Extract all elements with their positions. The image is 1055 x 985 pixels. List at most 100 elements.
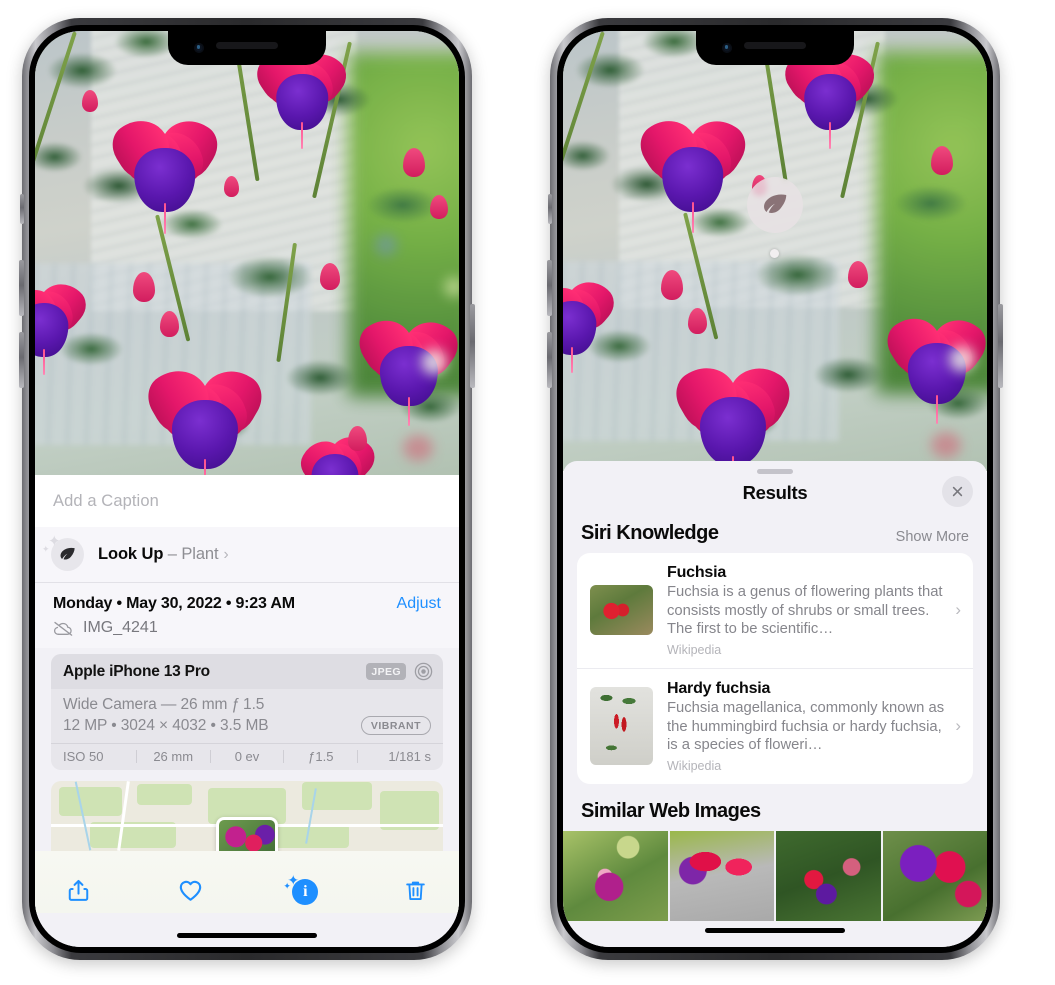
flower-bud	[430, 195, 449, 220]
volume-down-button[interactable]	[19, 332, 24, 388]
chevron-right-icon: ›	[223, 546, 229, 563]
visual-look-up-anchor-dot	[770, 249, 779, 258]
result-thumbnail	[590, 585, 653, 636]
info-sparkle-icon[interactable]: ✦ ✦ i	[283, 873, 320, 907]
photo-metadata: Monday • May 30, 2022 • 9:23 AM Adjust I…	[35, 583, 459, 648]
volume-down-button[interactable]	[547, 332, 552, 388]
bokeh-highlight	[949, 346, 975, 373]
photo-date: Monday • May 30, 2022 • 9:23 AM	[53, 595, 295, 612]
exif-stat-focal: 26 mm	[153, 749, 194, 764]
similar-image-thumb[interactable]	[882, 830, 987, 921]
raw-circle-icon	[414, 662, 433, 681]
bokeh-highlight	[421, 348, 447, 375]
home-indicator[interactable]	[177, 933, 317, 938]
map-parcel	[137, 783, 193, 805]
photo-viewer[interactable]	[35, 31, 459, 475]
fuchsia-bloom	[667, 346, 799, 471]
look-up-row[interactable]: ✦ ✦ Look Up – Plant ›	[35, 527, 459, 583]
lens-info: Wide Camera — 26 mm ƒ 1.5	[63, 696, 265, 713]
result-description: Fuchsia magellanica, commonly known as t…	[667, 699, 945, 754]
list-item[interactable]: Fuchsia Fuchsia is a genus of flowering …	[577, 553, 973, 668]
list-item[interactable]: Hardy fuchsia Fuchsia magellanica, commo…	[577, 667, 973, 784]
photo-content	[35, 31, 459, 475]
front-camera	[722, 43, 732, 53]
format-badge: JPEG	[366, 663, 406, 680]
bokeh-highlight	[443, 276, 459, 297]
flower-bud	[402, 147, 425, 177]
show-more-button[interactable]: Show More	[896, 529, 969, 545]
flower-bud	[930, 146, 953, 176]
similar-image-thumb[interactable]	[669, 830, 774, 921]
sheet-header: Results	[563, 474, 987, 516]
result-source: Wikipedia	[667, 758, 722, 773]
exif-stat-shutter: 1/181 s	[388, 749, 431, 764]
left-phone-screen: Add a Caption ✦ ✦ Look Up – Plant › Mond…	[35, 31, 459, 947]
adjust-button[interactable]: Adjust	[397, 595, 441, 613]
siri-knowledge-header: Siri Knowledge Show More	[563, 516, 987, 553]
fuchsia-bloom	[35, 263, 94, 375]
flower-bud	[82, 89, 99, 112]
notch	[168, 31, 326, 65]
look-up-label: Look Up – Plant ›	[98, 545, 229, 564]
flower-bud	[687, 308, 707, 335]
exif-header-badges: JPEG	[366, 662, 433, 681]
result-description: Fuchsia is a genus of flowering plants t…	[667, 584, 943, 638]
map-pin-thumbnail	[219, 820, 275, 851]
flower-bud	[660, 270, 683, 300]
look-up-title: Look Up	[98, 545, 164, 563]
trash-icon[interactable]	[399, 873, 433, 907]
chevron-right-icon: ›	[955, 716, 961, 736]
volume-up-button[interactable]	[19, 260, 24, 316]
flower-bud	[347, 425, 367, 451]
heart-icon[interactable]	[174, 873, 208, 907]
fuchsia-bloom	[563, 261, 622, 373]
bokeh-highlight	[375, 233, 398, 256]
exif-stat-iso: ISO 50	[63, 749, 104, 764]
sparkle-icon: ✦	[283, 881, 291, 891]
close-icon[interactable]	[942, 476, 973, 507]
notch	[696, 31, 854, 65]
flower-bud	[132, 272, 155, 303]
power-button[interactable]	[998, 304, 1003, 388]
left-phone-bezel: Add a Caption ✦ ✦ Look Up – Plant › Mond…	[29, 25, 465, 953]
size-info-row: 12 MP • 3024 × 4032 • 3.5 MB VIBRANT	[63, 716, 431, 735]
result-source: Wikipedia	[667, 642, 722, 657]
result-text: Fuchsia Fuchsia is a genus of flowering …	[667, 564, 949, 657]
map-photo-pin[interactable]	[216, 817, 278, 851]
location-map[interactable]	[51, 781, 443, 851]
section-title: Siri Knowledge	[581, 522, 719, 544]
earpiece-speaker	[744, 42, 806, 49]
photo-info-panel: Add a Caption ✦ ✦ Look Up – Plant › Mond…	[35, 475, 459, 947]
front-camera	[194, 43, 204, 53]
cloud-slash-icon	[53, 621, 73, 636]
exif-card: Apple iPhone 13 Pro JPEG Wide Camera — 2…	[51, 654, 443, 770]
exif-stats: ISO 50 26 mm 0 ev ƒ1.5 1/181 s	[51, 743, 443, 770]
left-phone-frame: Add a Caption ✦ ✦ Look Up – Plant › Mond…	[19, 18, 475, 960]
fuchsia-bloom	[631, 99, 754, 234]
silent-switch[interactable]	[548, 194, 552, 224]
sparkle-icon: ✦	[42, 544, 50, 554]
right-phone-screen: Results Siri Knowledge Show More Fuchsia…	[563, 31, 987, 947]
result-title: Fuchsia	[667, 564, 727, 581]
visual-look-up-badge[interactable]	[747, 177, 803, 233]
power-button[interactable]	[470, 304, 475, 388]
volume-up-button[interactable]	[547, 260, 552, 316]
exif-stat-aperture: ƒ1.5	[308, 749, 334, 764]
chevron-right-icon: ›	[955, 600, 961, 620]
similar-web-images-header: Similar Web Images	[563, 784, 987, 831]
share-icon[interactable]	[61, 873, 95, 907]
exif-header: Apple iPhone 13 Pro JPEG	[51, 654, 443, 689]
similar-image-thumb[interactable]	[776, 830, 881, 921]
photo-toolbar: ✦ ✦ i	[35, 851, 459, 913]
size-info: 12 MP • 3024 × 4032 • 3.5 MB	[63, 716, 269, 734]
home-indicator[interactable]	[705, 928, 845, 933]
right-phone-bezel: Results Siri Knowledge Show More Fuchsia…	[557, 25, 993, 953]
silent-switch[interactable]	[20, 194, 24, 224]
earpiece-speaker	[216, 42, 278, 49]
similar-image-thumb[interactable]	[563, 830, 668, 921]
photo-viewer[interactable]	[563, 31, 987, 471]
caption-input[interactable]: Add a Caption	[35, 475, 459, 527]
map-parcel	[58, 786, 122, 816]
similar-images-grid[interactable]	[563, 830, 987, 921]
results-sheet: Results Siri Knowledge Show More Fuchsia…	[563, 461, 987, 947]
